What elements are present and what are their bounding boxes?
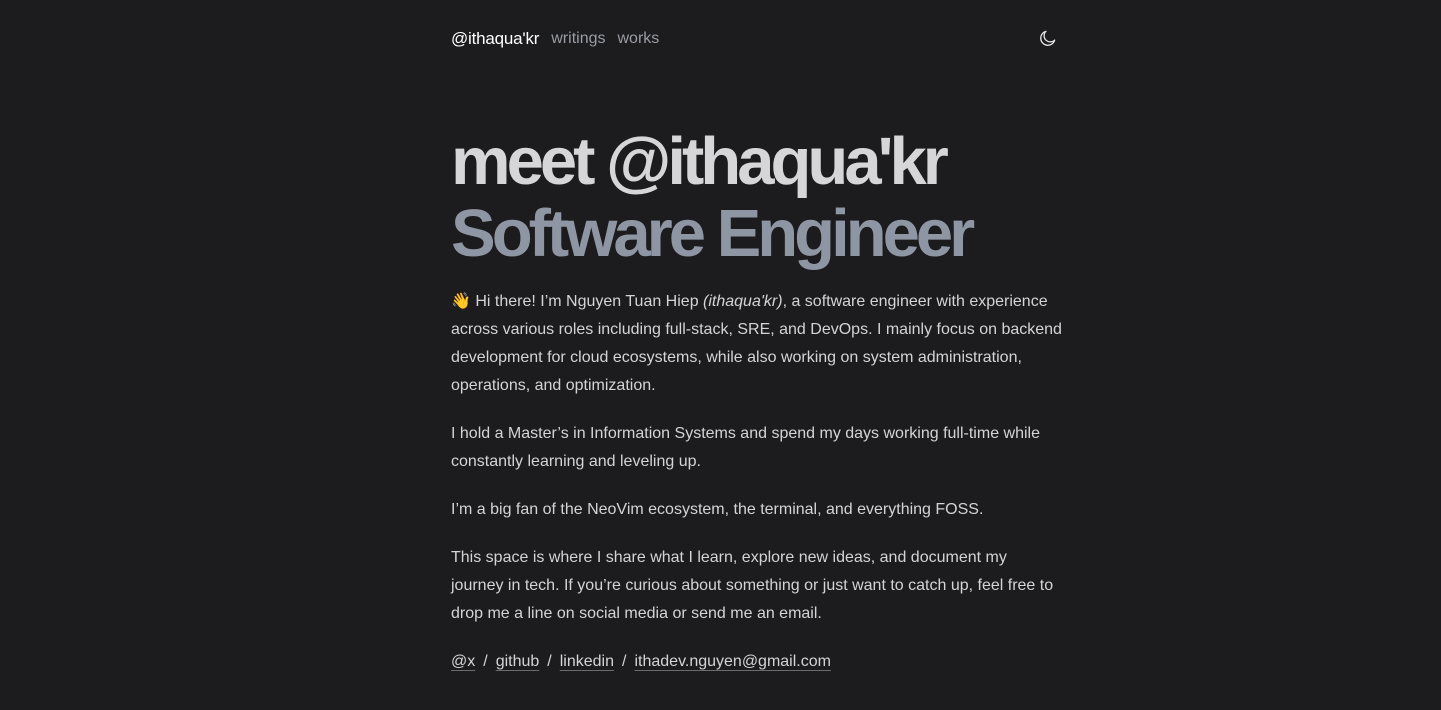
separator: / [547, 653, 552, 670]
social-link-x[interactable]: @x [451, 653, 475, 670]
nav-link-works[interactable]: works [617, 30, 659, 48]
intro-alias: (ithaqua'kr) [703, 293, 783, 310]
hero-greeting: meet @ithaqua'kr [451, 124, 949, 199]
theme-toggle-button[interactable] [1038, 28, 1058, 48]
hero-role: Software Engineer [451, 196, 975, 271]
social-links: @x / github / linkedin / ithadev.nguyen@gmail.… [451, 648, 831, 676]
about-section: 👋 Hi there! I’m Nguyen Tuan Hiep (ithaqu… [451, 288, 1063, 648]
contact-paragraph: This space is where I share what I learn… [451, 549, 1054, 622]
education-paragraph: I hold a Master’s in Information Systems… [451, 425, 1040, 470]
page: @ithaqua'kr writings works meet @ithaqua… [0, 0, 1441, 710]
moon-icon [1040, 30, 1056, 46]
nav-link-writings[interactable]: writings [551, 30, 605, 48]
social-link-linkedin[interactable]: linkedin [560, 653, 614, 670]
interests-paragraph: I’m a big fan of the NeoVim ecosystem, t… [451, 501, 984, 518]
intro-paragraph: 👋 Hi there! I’m Nguyen Tuan Hiep (ithaqu… [451, 288, 1063, 400]
separator: / [483, 653, 488, 670]
email-link[interactable]: ithadev.nguyen@gmail.com [634, 653, 831, 670]
hero-heading: meet @ithaqua'kr Software Engineer [451, 126, 1091, 270]
brand-link[interactable]: @ithaqua'kr [451, 29, 539, 49]
wave-emoji: 👋 [451, 293, 471, 310]
social-link-github[interactable]: github [496, 653, 540, 670]
intro-text-before: Hi there! I’m Nguyen Tuan Hiep [470, 293, 704, 310]
separator: / [622, 653, 627, 670]
top-nav: @ithaqua'kr writings works [451, 26, 1058, 52]
